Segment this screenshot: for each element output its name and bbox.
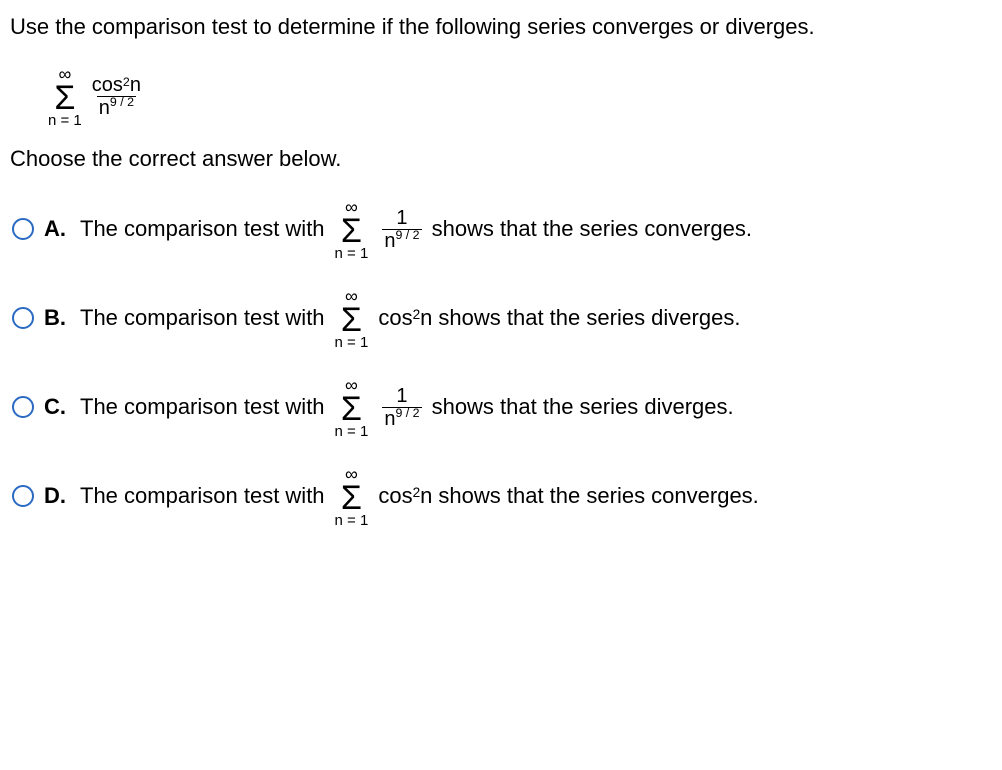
option-c-text: The comparison test with ∞ Σ n = 1 1 n9 … (80, 376, 734, 439)
cos-base: cos (378, 485, 412, 507)
sigma-block: ∞ Σ n = 1 (48, 65, 82, 128)
question-text: Use the comparison test to determine if … (10, 12, 992, 42)
option-d-tail: shows that the series converges. (438, 482, 758, 511)
sigma-block-d: ∞ Σ n = 1 (335, 465, 369, 528)
radio-a[interactable] (12, 218, 34, 240)
fraction-denominator: n9 / 2 (97, 96, 136, 118)
fraction-denominator: n9 / 2 (382, 407, 421, 429)
option-a[interactable]: A. The comparison test with ∞ Σ n = 1 1 … (12, 198, 992, 261)
option-a-lead: The comparison test with (80, 215, 325, 244)
main-fraction: cos 2n n9 / 2 (90, 75, 143, 118)
sigma-lower: n = 1 (335, 335, 369, 350)
denominator-base: n (99, 98, 110, 118)
instruction-text: Choose the correct answer below. (10, 146, 992, 172)
cos-exponent: 2 (413, 308, 421, 322)
fraction-c: 1 n9 / 2 (382, 386, 421, 429)
option-c[interactable]: C. The comparison test with ∞ Σ n = 1 1 … (12, 376, 992, 439)
denominator-exponent: 9 / 2 (395, 407, 419, 419)
main-series-expression: ∞ Σ n = 1 cos 2n n9 / 2 (44, 60, 992, 128)
cos-base: cos (92, 75, 123, 95)
cos-base: cos (378, 307, 412, 329)
fraction-numerator: 1 (394, 386, 409, 407)
sigma-symbol: Σ (341, 481, 362, 515)
options-group: A. The comparison test with ∞ Σ n = 1 1 … (12, 198, 992, 528)
denominator-exponent: 9 / 2 (395, 229, 419, 241)
cos-var: n (420, 485, 432, 507)
cos-expr-b: cos 2n (378, 307, 432, 329)
sigma-lower: n = 1 (335, 513, 369, 528)
cos-exponent: 2 (123, 76, 130, 88)
denominator-base: n (384, 231, 395, 251)
sigma-symbol: Σ (341, 214, 362, 248)
option-a-text: The comparison test with ∞ Σ n = 1 1 n9 … (80, 198, 752, 261)
sigma-symbol: Σ (341, 303, 362, 337)
sigma-block-b: ∞ Σ n = 1 (335, 287, 369, 350)
sigma-symbol: Σ (341, 392, 362, 426)
fraction-denominator: n9 / 2 (382, 229, 421, 251)
radio-d[interactable] (12, 485, 34, 507)
denominator-base: n (384, 409, 395, 429)
sigma-block-a: ∞ Σ n = 1 (335, 198, 369, 261)
option-a-label: A. (44, 216, 66, 242)
option-d[interactable]: D. The comparison test with ∞ Σ n = 1 co… (12, 465, 992, 528)
sigma-lower: n = 1 (335, 246, 369, 261)
option-b-tail: shows that the series diverges. (438, 304, 740, 333)
fraction-a: 1 n9 / 2 (382, 208, 421, 251)
option-d-lead: The comparison test with (80, 482, 325, 511)
option-c-tail: shows that the series diverges. (432, 393, 734, 422)
option-b-text: The comparison test with ∞ Σ n = 1 cos 2… (80, 287, 740, 350)
option-b-label: B. (44, 305, 66, 331)
option-b-lead: The comparison test with (80, 304, 325, 333)
cos-var: n (420, 307, 432, 329)
sigma-lower: n = 1 (48, 113, 82, 128)
radio-c[interactable] (12, 396, 34, 418)
cos-exponent: 2 (413, 486, 421, 500)
sigma-symbol: Σ (54, 81, 75, 115)
radio-b[interactable] (12, 307, 34, 329)
sigma-lower: n = 1 (335, 424, 369, 439)
option-c-label: C. (44, 394, 66, 420)
option-a-tail: shows that the series converges. (432, 215, 752, 244)
option-d-text: The comparison test with ∞ Σ n = 1 cos 2… (80, 465, 759, 528)
sigma-block-c: ∞ Σ n = 1 (335, 376, 369, 439)
option-b[interactable]: B. The comparison test with ∞ Σ n = 1 co… (12, 287, 992, 350)
denominator-exponent: 9 / 2 (110, 96, 134, 108)
fraction-numerator: cos 2n (90, 75, 143, 96)
option-d-label: D. (44, 483, 66, 509)
fraction-numerator: 1 (394, 208, 409, 229)
option-c-lead: The comparison test with (80, 393, 325, 422)
cos-var: n (130, 75, 141, 95)
cos-expr-d: cos 2n (378, 485, 432, 507)
